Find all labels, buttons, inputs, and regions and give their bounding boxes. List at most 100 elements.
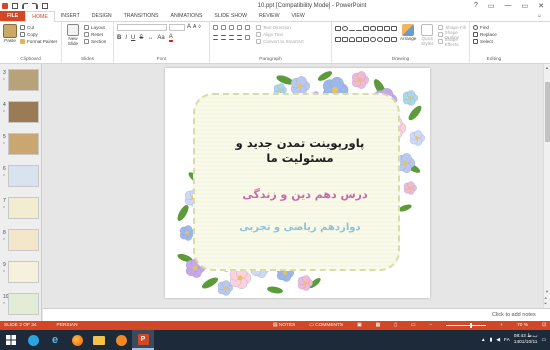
shape-brace-icon[interactable] [391, 26, 397, 31]
grow-font-icon[interactable]: A [187, 24, 191, 31]
increase-indent-icon[interactable] [237, 25, 242, 30]
bold-button[interactable]: B [117, 35, 121, 41]
shape-arrow-icon[interactable] [356, 26, 362, 31]
minimize-button[interactable]: — [505, 2, 512, 10]
shape-bracket-icon[interactable] [356, 36, 362, 42]
scroll-down-icon[interactable]: ▼ [545, 289, 549, 294]
slide-thumbnail[interactable] [8, 69, 39, 91]
notes-toggle[interactable]: ▤ NOTES [273, 323, 295, 328]
character-spacing-icon[interactable]: ↔ [147, 35, 153, 41]
slide-thumbnail[interactable] [8, 261, 39, 283]
font-name-dropdown[interactable] [117, 24, 167, 31]
italic-button[interactable]: I [125, 35, 127, 41]
network-icon[interactable]: ▮ [490, 338, 493, 343]
section-button[interactable]: Section [84, 38, 106, 45]
save-icon[interactable] [12, 2, 18, 9]
align-center-icon[interactable] [221, 35, 226, 40]
ribbon-display-button[interactable]: ▭ [488, 2, 495, 10]
zoom-slider[interactable] [446, 323, 487, 328]
tab-file[interactable]: FILE [0, 11, 26, 21]
replace-button[interactable]: Replace [473, 31, 515, 38]
shape-line-icon[interactable] [349, 26, 355, 31]
shape-moon-icon[interactable] [377, 36, 383, 42]
vertical-scrollbar[interactable]: ▲ ▼ ⏶ ⏷ [543, 64, 550, 308]
fit-slide-icon[interactable]: ⊡ [542, 323, 546, 328]
slide-thumbnails-pane[interactable]: 3 * 4 * 5 * 6 * 7 * 8 * 9 * 10 * [0, 64, 42, 321]
arrange-button[interactable]: Arrange [400, 24, 416, 46]
redo-icon[interactable] [32, 2, 38, 9]
taskbar-media-player[interactable] [110, 330, 132, 350]
change-case-icon[interactable]: Aa [157, 35, 164, 41]
copy-button[interactable]: Copy [20, 31, 57, 38]
new-slide-button[interactable]: New Slide [65, 24, 81, 46]
tab-animations[interactable]: ANIMATIONS [165, 11, 209, 21]
volume-icon[interactable]: ◀ [496, 338, 500, 343]
columns-icon[interactable] [245, 35, 250, 40]
shape-more-icon[interactable] [391, 36, 397, 42]
notifications-icon[interactable]: ▭ [541, 338, 546, 343]
slide-subtitle[interactable]: درس دهم دین و زندگی [225, 188, 385, 201]
slide-grade[interactable]: دوازدهم ریاضی و تجربی [215, 222, 385, 233]
help-button[interactable]: ? [474, 2, 478, 10]
cut-button[interactable]: Cut [20, 24, 57, 31]
align-left-icon[interactable] [213, 35, 218, 40]
shape-cloud-icon[interactable] [370, 36, 376, 42]
shape-callout-icon[interactable] [377, 26, 383, 31]
shape-curve-icon[interactable] [349, 36, 355, 42]
clear-formatting-icon[interactable]: ◊ [198, 24, 200, 31]
quick-styles-button[interactable]: Quick Styles [419, 24, 435, 46]
taskbar-internet-explorer[interactable]: e [44, 330, 66, 350]
strikethrough-button[interactable]: S [139, 35, 143, 41]
next-slide-icon[interactable]: ⏷ [544, 301, 547, 306]
slide-thumbnail[interactable] [8, 293, 39, 315]
tab-insert[interactable]: INSERT [55, 11, 86, 21]
decrease-indent-icon[interactable] [229, 25, 234, 30]
user-account[interactable]: ☺ [537, 11, 550, 21]
shape-ellipse-icon[interactable] [342, 26, 348, 31]
taskbar-firefox[interactable] [66, 330, 88, 350]
reading-view-icon[interactable]: ▯ [394, 323, 397, 328]
tab-slide-show[interactable]: SLIDE SHOW [208, 11, 253, 21]
zoom-out-icon[interactable]: − [429, 323, 432, 328]
slide-thumbnail[interactable] [8, 165, 39, 187]
underline-button[interactable]: U [131, 35, 135, 41]
line-spacing-icon[interactable] [245, 25, 250, 30]
shape-hexagon-icon[interactable] [342, 36, 348, 42]
show-hidden-icons[interactable]: ▲ [481, 338, 486, 343]
shape-rounded-rect-icon[interactable] [370, 26, 376, 31]
start-slideshow-icon[interactable] [42, 2, 48, 9]
keyboard-language[interactable]: FA [504, 338, 510, 343]
layout-button[interactable]: Layout [84, 24, 106, 31]
previous-slide-icon[interactable]: ⏶ [544, 295, 547, 300]
slide-canvas[interactable]: پاورپوینت تمدن جدید و مسئولیت ما درس دهم… [165, 68, 430, 298]
shrink-font-icon[interactable]: A [193, 24, 196, 31]
shape-lightning-icon[interactable] [384, 36, 390, 42]
align-right-icon[interactable] [229, 35, 234, 40]
font-color-icon[interactable]: A [168, 34, 173, 42]
convert-smartart-button[interactable]: Convert to SmartArt [256, 38, 304, 45]
slide-thumbnail[interactable] [8, 133, 39, 155]
paste-button[interactable]: Paste [3, 24, 17, 45]
notes-pane[interactable]: Click to add notes [43, 308, 550, 321]
justify-icon[interactable] [237, 35, 242, 40]
font-size-dropdown[interactable] [169, 24, 185, 31]
tab-view[interactable]: VIEW [285, 11, 310, 21]
shape-pentagon-icon[interactable] [335, 36, 341, 42]
format-painter-button[interactable]: Format Painter [20, 38, 57, 45]
zoom-level[interactable]: 70 % [517, 323, 528, 328]
scrollbar-thumb[interactable] [545, 82, 550, 142]
text-direction-button[interactable]: Text Direction [256, 24, 304, 31]
slideshow-view-icon[interactable]: ▭ [411, 323, 416, 328]
shape-heart-icon[interactable] [363, 36, 369, 42]
shapes-gallery[interactable] [335, 26, 397, 46]
zoom-slider-thumb[interactable] [470, 323, 473, 328]
find-button[interactable]: Find [473, 24, 515, 31]
select-button[interactable]: Select [473, 38, 515, 45]
normal-view-icon[interactable]: ▣ [357, 323, 362, 328]
bullets-icon[interactable] [213, 25, 218, 30]
taskbar-file-explorer[interactable] [88, 330, 110, 350]
scroll-up-icon[interactable]: ▲ [545, 65, 549, 70]
undo-icon[interactable] [22, 2, 28, 9]
numbering-icon[interactable] [221, 25, 226, 30]
restore-button[interactable]: ▭ [522, 2, 529, 10]
